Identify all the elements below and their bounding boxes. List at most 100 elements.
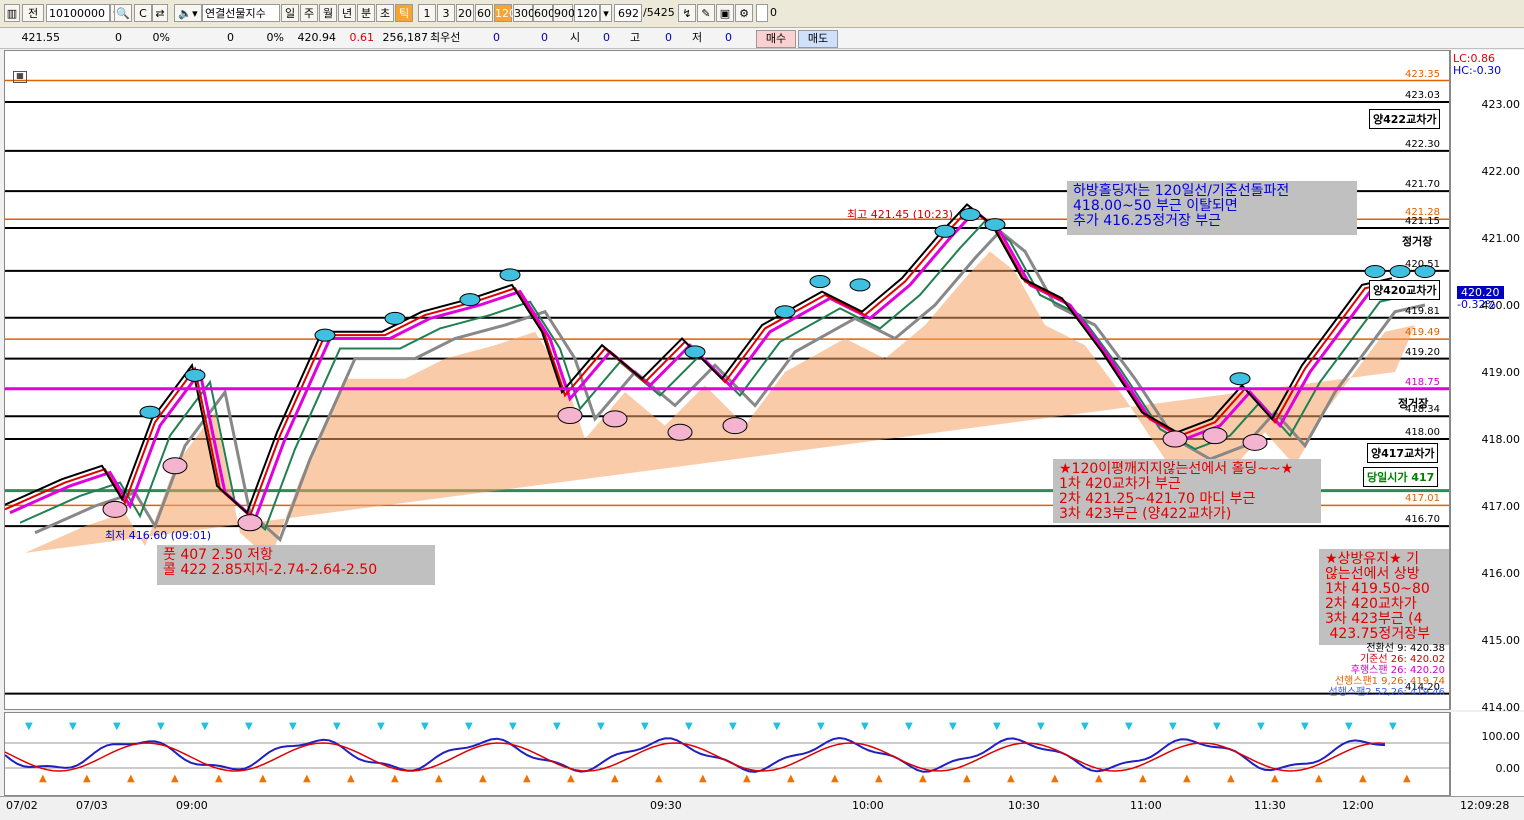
- tab-second[interactable]: 초: [376, 4, 394, 22]
- peak-marker: [314, 328, 336, 342]
- time-label: 10:30: [1008, 799, 1040, 812]
- interval-3[interactable]: 3: [437, 4, 455, 22]
- osc-down-arrow: ▲: [1271, 773, 1279, 784]
- indicator-icon[interactable]: ↯: [678, 4, 696, 22]
- osc-up-arrow: ▼: [553, 721, 561, 732]
- osc-up-arrow: ▼: [1213, 721, 1221, 732]
- osc-down-arrow: ▲: [259, 773, 267, 784]
- time-label: 11:30: [1254, 799, 1286, 812]
- interval-60[interactable]: 60: [475, 4, 493, 22]
- osc-up-arrow: ▼: [993, 721, 1001, 732]
- osc-up-arrow: ▼: [465, 721, 473, 732]
- osc-up-arrow: ▼: [641, 721, 649, 732]
- level-label: 423.35: [1405, 68, 1440, 80]
- osc-up-arrow: ▼: [201, 721, 209, 732]
- tab-day[interactable]: 일: [281, 4, 299, 22]
- tab-tick[interactable]: 틱: [395, 4, 413, 22]
- count-input[interactable]: 692: [614, 4, 642, 22]
- link-icon[interactable]: ⇄: [152, 4, 168, 22]
- level-label: 419.20: [1405, 346, 1440, 358]
- tab-year[interactable]: 년: [338, 4, 356, 22]
- osc-down-arrow: ▲: [347, 773, 355, 784]
- axis-tick: 419.00: [1481, 366, 1521, 379]
- peak-marker: [684, 345, 706, 359]
- interval-900[interactable]: 900: [553, 4, 575, 22]
- interval-120[interactable]: 120: [494, 4, 516, 22]
- chevron-down-icon[interactable]: ▾: [600, 4, 612, 22]
- osc-down-arrow: ▲: [611, 773, 619, 784]
- osc-down-arrow: ▲: [1403, 773, 1411, 784]
- osc-down-arrow: ▲: [435, 773, 443, 784]
- interval-300[interactable]: 300: [513, 4, 535, 22]
- level-label: 421.70: [1405, 179, 1440, 191]
- osc-down-arrow: ▲: [699, 773, 707, 784]
- chart-menu-icon[interactable]: ▥: [4, 4, 20, 22]
- info-value: 0: [493, 31, 500, 44]
- osc-down-arrow: ▲: [1051, 773, 1059, 784]
- peak-marker: [984, 218, 1006, 232]
- osc-down-arrow: ▲: [303, 773, 311, 784]
- draw-icon[interactable]: ✎: [697, 4, 715, 22]
- tab-week[interactable]: 주: [300, 4, 318, 22]
- osc-down-arrow: ▲: [391, 773, 399, 784]
- peak-marker: [774, 305, 796, 319]
- osc-down-arrow: ▲: [1007, 773, 1015, 784]
- level-label: 418.75: [1405, 376, 1440, 388]
- reset-icon[interactable]: C: [134, 4, 152, 22]
- gear-icon[interactable]: ⚙: [735, 4, 753, 22]
- interval-1[interactable]: 1: [418, 4, 436, 22]
- osc-down-arrow: ▲: [919, 773, 927, 784]
- tab-minute[interactable]: 분: [357, 4, 375, 22]
- level-label: 418.34: [1405, 404, 1440, 416]
- level-label: 423.03: [1405, 89, 1440, 101]
- time-label: 10:00: [852, 799, 884, 812]
- info-current: 420.94: [297, 31, 337, 44]
- osc-up-arrow: ▼: [905, 721, 913, 732]
- time-label: 07/03: [76, 799, 108, 812]
- save-icon[interactable]: ▣: [716, 4, 734, 22]
- axis-tick: 100.00: [1481, 730, 1521, 743]
- price-chart[interactable]: ▦ 최고 421.45 (10:23) 최저 416.60 (09:01) 하방…: [4, 50, 1450, 710]
- osc-up-arrow: ▼: [817, 721, 825, 732]
- level-label: 420.51: [1405, 258, 1440, 270]
- level-tag: 양420교차가: [1369, 280, 1441, 300]
- search-icon[interactable]: 🔍: [114, 4, 132, 22]
- osc-up-arrow: ▼: [861, 721, 869, 732]
- osc-down-arrow: ▲: [171, 773, 179, 784]
- peak-marker: [1364, 265, 1386, 278]
- interval-select[interactable]: 120: [574, 4, 600, 22]
- info-value: 0: [115, 31, 122, 44]
- oscillator-axis: 100.00 0.00: [1450, 712, 1524, 796]
- oscillator-panel[interactable]: ▼ ▲ ▼ ▲ ▼ ▲ ▼ ▲ ▼ ▲ ▼ ▲ ▼ ▲ ▼ ▲ ▼ ▲ ▼ ▲ ▼ ▲ ▼ ▲ ▼ ▲ ▼ ▲ ▼ ▲ ▼ ▲ ▼ ▲ ▼ ▲ ▼ ▲ ▼ ▲…: [4, 712, 1450, 796]
- time-label: 11:00: [1130, 799, 1162, 812]
- grid-icon[interactable]: ▦: [13, 71, 27, 83]
- level-tag: 당일시가 417: [1363, 467, 1439, 487]
- level-label: 418.00: [1405, 427, 1440, 438]
- interval-20[interactable]: 20: [456, 4, 474, 22]
- trough-marker: [237, 514, 263, 532]
- osc-up-arrow: ▼: [597, 721, 605, 732]
- sell-button[interactable]: 매도: [798, 30, 838, 48]
- trough-marker: [1242, 433, 1268, 451]
- checkbox-label: 0: [770, 6, 777, 19]
- axis-tick: 422.00: [1481, 165, 1521, 178]
- peak-marker: [384, 311, 406, 325]
- interval-600[interactable]: 600: [533, 4, 555, 22]
- osc-up-arrow: ▼: [773, 721, 781, 732]
- level-tag: 양422교차가: [1369, 109, 1441, 129]
- info-change: 0.61: [349, 31, 375, 44]
- prefix-button[interactable]: 전: [22, 4, 44, 22]
- osc-up-arrow: ▼: [289, 721, 297, 732]
- checkbox[interactable]: [756, 4, 768, 22]
- time-clock: 12:09:28: [1460, 799, 1510, 812]
- buy-button[interactable]: 매수: [756, 30, 796, 48]
- code-input[interactable]: 10100000: [46, 4, 110, 22]
- tab-month[interactable]: 월: [319, 4, 337, 22]
- peak-marker: [184, 368, 206, 382]
- peak-marker: [809, 275, 831, 289]
- speaker-icon[interactable]: 🔈▾: [174, 4, 202, 22]
- osc-up-arrow: ▼: [377, 721, 385, 732]
- peak-marker: [139, 405, 161, 419]
- osc-down-arrow: ▲: [1359, 773, 1367, 784]
- osc-down-arrow: ▲: [83, 773, 91, 784]
